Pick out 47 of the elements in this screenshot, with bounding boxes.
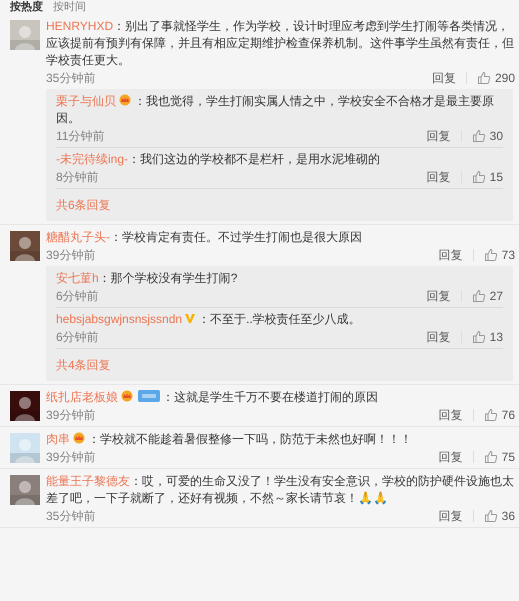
thumbs-up-icon [484, 248, 498, 262]
timestamp: 6分钟前 [56, 329, 99, 345]
reply-link[interactable]: 回复 [438, 510, 474, 522]
like-button[interactable]: 36 [474, 509, 515, 523]
thumbs-up-icon [472, 289, 486, 303]
timestamp: 35分钟前 [46, 508, 96, 524]
reply-text: hebsjabsgwjnsnsjssndn ：不至于..学校责任至少八成。 [56, 311, 362, 328]
thumbs-up-icon [484, 509, 498, 523]
like-button[interactable]: 75 [474, 450, 515, 464]
timestamp: 39分钟前 [46, 449, 96, 465]
like-button[interactable]: 13 [462, 330, 503, 344]
like-button[interactable]: 15 [462, 170, 503, 184]
timestamp: 39分钟前 [46, 247, 96, 263]
timestamp: 8分钟前 [56, 169, 99, 185]
timestamp: 6分钟前 [56, 288, 99, 304]
timestamp: 39分钟前 [46, 407, 96, 423]
comment-text: 能量王子黎德友：哎，可爱的生命又没了！学生没有安全意识，学校的防护硬件设施也太差了吧，一下子就断了，还好有视频，不然～家长请节哀！🙏🙏 [46, 473, 515, 507]
reply-link[interactable]: 回复 [426, 171, 462, 183]
reply-link[interactable]: 回复 [426, 331, 462, 343]
reply-text: 栗子与仙贝 ：我也觉得，学生打闹实属人情之中，学校安全不合格才是最主要原因。 [56, 93, 495, 127]
like-button[interactable]: 76 [474, 408, 515, 422]
thumbs-up-icon [472, 129, 486, 143]
thumbs-up-icon [484, 408, 498, 422]
like-button[interactable]: 30 [462, 129, 503, 143]
comment-text: 肉串 ：学校就不能趁着暑假整修一下吗，防范于未然也好啊！！！ [46, 431, 413, 448]
comment-text: 糖醋丸子头-：学校肯定有责任。不过学生打闹也是很大原因 [46, 229, 363, 246]
sort-tab[interactable]: 按热度 [10, 1, 43, 14]
reply-link[interactable]: 回复 [426, 290, 462, 302]
timestamp: 11分钟前 [56, 128, 104, 144]
reply-link[interactable]: 回复 [438, 451, 474, 463]
thumbs-up-icon [472, 330, 486, 344]
comment-text: 纸扎店老板娘 ：这就是学生千万不要在楼道打闹的原因 [46, 389, 379, 406]
sort-tab[interactable]: 按时间 [53, 1, 86, 14]
thumbs-up-icon [472, 170, 486, 184]
reply-link[interactable]: 回复 [426, 130, 462, 142]
reply-link[interactable]: 回复 [432, 72, 467, 84]
thumbs-up-icon [484, 450, 498, 464]
like-button[interactable]: 290 [466, 71, 515, 85]
reply-text: -未完待续ing-：我们这边的学校都不是栏杆，是用水泥堆砌的 [56, 151, 382, 168]
comment-text: HENRYHXD：别出了事就怪学生，作为学校，设计时理应考虑到学生打闹等各类情况，应该提前有预判有保障，并且有相应定期维护检查保养机制。这件事学生虽然有责任，但学校责任更大。 [46, 18, 515, 69]
thumbs-up-icon [476, 71, 491, 85]
reply-text: 安七菫h：那个学校没有学生打闹? [56, 270, 238, 287]
like-button[interactable]: 73 [474, 248, 515, 262]
reply-link[interactable]: 回复 [438, 249, 474, 261]
reply-link[interactable]: 回复 [438, 409, 474, 421]
like-button[interactable]: 27 [462, 289, 503, 303]
timestamp: 35分钟前 [46, 70, 96, 86]
